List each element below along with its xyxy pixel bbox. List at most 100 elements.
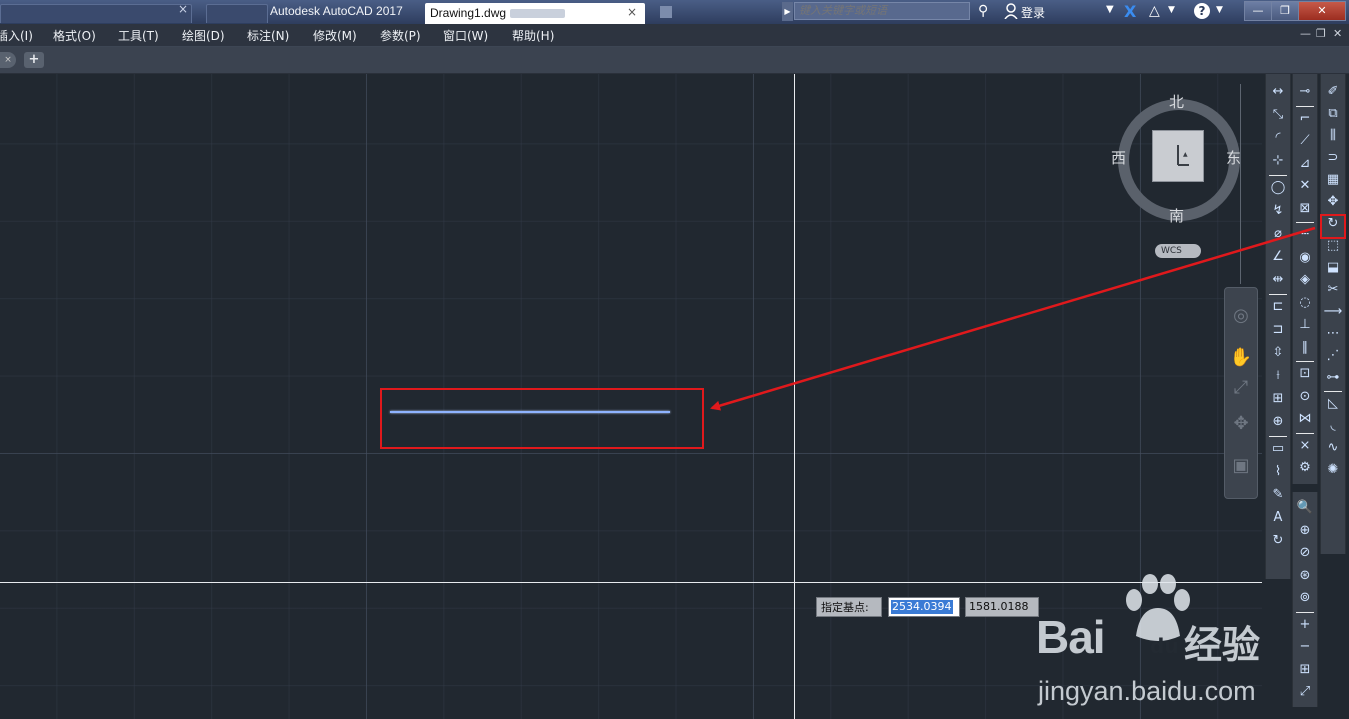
aligned-dim-icon[interactable]: ⤡ xyxy=(1268,105,1288,125)
close-button[interactable]: ✕ xyxy=(1298,1,1346,21)
array-icon[interactable]: ▦ xyxy=(1323,170,1343,190)
temp-track-icon[interactable]: ⊸ xyxy=(1295,82,1315,102)
zoom-object-icon[interactable]: ⊚ xyxy=(1295,588,1315,608)
move-icon[interactable]: ✥ xyxy=(1323,192,1343,212)
document-tab-close-icon[interactable]: × xyxy=(627,5,637,19)
dim-edit-icon[interactable]: ✎ xyxy=(1268,485,1288,505)
menu-help[interactable]: 帮助(H) xyxy=(512,27,554,44)
linear-dim-icon[interactable]: ↔ xyxy=(1268,82,1288,102)
viewcube-top-face[interactable]: ▲ xyxy=(1152,130,1204,182)
snap-endpoint-icon[interactable]: ⟋ xyxy=(1295,131,1315,151)
viewcube-west-label[interactable]: 西 xyxy=(1111,147,1126,168)
blurred-tab-2[interactable] xyxy=(206,4,268,23)
break-icon[interactable]: ⋰ xyxy=(1323,346,1343,366)
scale-icon[interactable]: ⬚ xyxy=(1323,236,1343,256)
zoom-scale-icon[interactable]: ⊘ xyxy=(1295,543,1315,563)
doc-minimize-button[interactable]: — xyxy=(1300,27,1311,40)
menu-format[interactable]: 格式(O) xyxy=(53,27,96,44)
dim-break-icon[interactable]: ⟊ xyxy=(1268,366,1288,386)
file-tab-close-icon[interactable]: × xyxy=(0,52,16,68)
viewcube-north-label[interactable]: 北 xyxy=(1169,91,1184,112)
jogged-dim-icon[interactable]: ↯ xyxy=(1268,201,1288,221)
showmotion-icon[interactable]: ▣ xyxy=(1229,454,1253,478)
snap-parallel-icon[interactable]: ∥ xyxy=(1295,338,1315,358)
menu-insert[interactable]: 插入(I) xyxy=(0,27,33,44)
quick-dim-icon[interactable]: ⇹ xyxy=(1268,270,1288,290)
orbit-icon[interactable]: ✥ xyxy=(1229,412,1253,436)
menu-parametric[interactable]: 参数(P) xyxy=(380,27,421,44)
blurred-tab-1-close-icon[interactable]: × xyxy=(178,2,188,16)
snap-from-icon[interactable]: ⌐ xyxy=(1295,109,1315,129)
new-document-icon[interactable] xyxy=(660,6,672,18)
blurred-tab-1[interactable] xyxy=(0,4,192,23)
zoom-dynamic-icon[interactable]: ⊕ xyxy=(1295,521,1315,541)
dim-text-edit-icon[interactable]: A xyxy=(1268,508,1288,528)
search-input[interactable] xyxy=(794,2,970,20)
doc-close-button[interactable]: ✕ xyxy=(1333,27,1342,40)
stretch-icon[interactable]: ⬓ xyxy=(1323,258,1343,278)
join-icon[interactable]: ⊶ xyxy=(1323,368,1343,388)
menu-window[interactable]: 窗口(W) xyxy=(443,27,488,44)
snap-none-icon[interactable]: ⨯ xyxy=(1295,436,1315,456)
dim-space-icon[interactable]: ⇳ xyxy=(1268,343,1288,363)
snap-apparent-icon[interactable]: ⊠ xyxy=(1295,199,1315,219)
viewcube-east-label[interactable]: 东 xyxy=(1226,147,1241,168)
diameter-dim-icon[interactable]: ⌀ xyxy=(1268,224,1288,244)
zoom-all-icon[interactable]: ⊞ xyxy=(1295,660,1315,680)
snap-quadrant-icon[interactable]: ◈ xyxy=(1295,270,1315,290)
extend-icon[interactable]: ⟶ xyxy=(1323,302,1343,322)
arc-length-dim-icon[interactable]: ◜ xyxy=(1268,128,1288,148)
offset-icon[interactable]: ⊃ xyxy=(1323,148,1343,168)
zoom-extents-icon[interactable]: ⤢ xyxy=(1295,682,1315,702)
login-dropdown-icon[interactable]: ▼ xyxy=(1106,4,1114,15)
trim-icon[interactable]: ✂ xyxy=(1323,280,1343,300)
snap-perpendicular-icon[interactable]: ⊥ xyxy=(1295,315,1315,335)
snap-nearest-icon[interactable]: ⋈ xyxy=(1295,409,1315,429)
zoom-out-icon[interactable]: − xyxy=(1295,637,1315,657)
viewcube[interactable]: ▲ 北 南 西 东 WCS xyxy=(1110,90,1250,260)
dynamic-input-x-field[interactable]: 2534.0394 xyxy=(888,597,960,617)
autodesk-360-icon[interactable]: △ xyxy=(1149,3,1160,19)
drawing-canvas[interactable]: ▲ 北 南 西 东 WCS ◎ ✋ ⤢ ✥ ▣ 指定基点: 2534.0394 … xyxy=(0,74,1262,719)
menu-modify[interactable]: 修改(M) xyxy=(313,27,357,44)
inspection-icon[interactable]: ▭ xyxy=(1268,439,1288,459)
login-link[interactable]: 登录 xyxy=(1021,4,1045,21)
doc-restore-button[interactable]: ❐ xyxy=(1316,27,1326,40)
osnap-settings-icon[interactable]: ⚙ xyxy=(1295,458,1315,478)
snap-node-icon[interactable]: ⊙ xyxy=(1295,387,1315,407)
ordinate-dim-icon[interactable]: ⊹ xyxy=(1268,151,1288,171)
snap-intersection-icon[interactable]: ✕ xyxy=(1295,176,1315,196)
jogged-linear-icon[interactable]: ⌇ xyxy=(1268,462,1288,482)
blend-curves-icon[interactable]: ∿ xyxy=(1323,438,1343,458)
search-expand-icon[interactable]: ▶ xyxy=(782,2,793,21)
menu-tools[interactable]: 工具(T) xyxy=(118,27,159,44)
pan-hand-icon[interactable]: ✋ xyxy=(1229,346,1253,370)
minimize-button[interactable]: — xyxy=(1244,1,1272,21)
baseline-dim-icon[interactable]: ⊏ xyxy=(1268,297,1288,317)
menu-dimension[interactable]: 标注(N) xyxy=(247,27,289,44)
wcs-menu-button[interactable]: WCS xyxy=(1155,244,1201,258)
exchange-apps-icon[interactable]: X xyxy=(1124,2,1136,21)
user-icon[interactable] xyxy=(1004,3,1018,19)
zoom-window-icon[interactable]: 🔍 xyxy=(1295,498,1315,518)
zoom-center-icon[interactable]: ⊛ xyxy=(1295,566,1315,586)
help-dropdown-icon[interactable]: ▼ xyxy=(1216,5,1223,15)
chamfer-icon[interactable]: ◺ xyxy=(1323,394,1343,414)
radius-dim-icon[interactable]: ◯ xyxy=(1268,178,1288,198)
dynamic-input-y-field[interactable]: 1581.0188 xyxy=(965,597,1039,617)
snap-midpoint-icon[interactable]: ⊿ xyxy=(1295,154,1315,174)
center-mark-icon[interactable]: ⊕ xyxy=(1268,412,1288,432)
break-at-point-icon[interactable]: ⋯ xyxy=(1323,324,1343,344)
a360-dropdown-icon[interactable]: ▼ xyxy=(1168,5,1175,15)
new-file-tab-button[interactable]: + xyxy=(24,52,44,68)
explode-icon[interactable]: ✺ xyxy=(1323,460,1343,480)
angular-dim-icon[interactable]: ∠ xyxy=(1268,247,1288,267)
menu-draw[interactable]: 绘图(D) xyxy=(182,27,225,44)
dim-update-icon[interactable]: ↻ xyxy=(1268,531,1288,551)
help-icon[interactable]: ? xyxy=(1194,3,1210,19)
fillet-icon[interactable]: ◟ xyxy=(1323,416,1343,436)
binoculars-icon[interactable]: ⚲ xyxy=(978,3,988,19)
snap-center-icon[interactable]: ◉ xyxy=(1295,248,1315,268)
snap-extension-icon[interactable]: ┄ xyxy=(1295,225,1315,245)
snap-insert-icon[interactable]: ⊡ xyxy=(1295,364,1315,384)
